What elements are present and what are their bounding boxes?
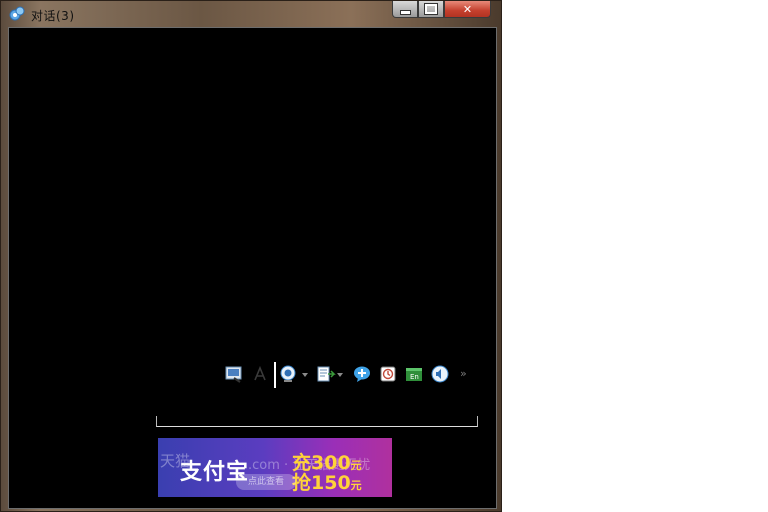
app-icon [9, 6, 25, 22]
window-controls: ✕ [392, 1, 491, 19]
webcam-dropdown-icon[interactable] [302, 373, 308, 377]
toolbar-separator [274, 362, 276, 388]
speaker-icon[interactable] [430, 364, 450, 384]
maximize-icon [424, 3, 438, 15]
minimize-icon [399, 9, 411, 15]
send-file-icon[interactable] [316, 364, 336, 384]
message-input[interactable] [156, 416, 478, 427]
translate-icon[interactable]: En [404, 364, 424, 384]
font-icon[interactable] [250, 364, 270, 384]
window-title: 对话(3) [31, 9, 75, 23]
webcam-icon[interactable] [278, 364, 298, 384]
title-bar[interactable]: 对话(3) ✕ [0, 0, 502, 26]
screenshot-icon[interactable] [224, 364, 244, 384]
chat-client-area [8, 27, 497, 509]
close-icon: ✕ [462, 2, 473, 16]
chat-bubble-icon[interactable] [352, 364, 372, 384]
minimize-button[interactable] [392, 1, 418, 18]
close-button[interactable]: ✕ [444, 1, 491, 18]
more-tools-button[interactable]: » [460, 367, 467, 380]
send-file-dropdown-icon[interactable] [337, 373, 343, 377]
ad-offer-line2: 抢150元 [292, 468, 362, 495]
chat-window: 对话(3) ✕ En » 天猫 .com · 让天猫更无忧 支付宝 充300元 … [0, 0, 502, 512]
ad-cta-button[interactable]: 点此查看 [236, 474, 296, 490]
svg-text:En: En [410, 373, 419, 381]
maximize-button[interactable] [418, 1, 444, 18]
history-icon[interactable] [378, 364, 398, 384]
ad-offer-line2-amount: 抢150 [292, 472, 351, 494]
ad-banner[interactable]: 天猫 .com · 让天猫更无忧 支付宝 充300元 抢150元 点此查看 [158, 438, 392, 497]
chat-toolbar: En » [224, 362, 474, 388]
ad-offer-line2-suffix: 元 [350, 479, 362, 492]
